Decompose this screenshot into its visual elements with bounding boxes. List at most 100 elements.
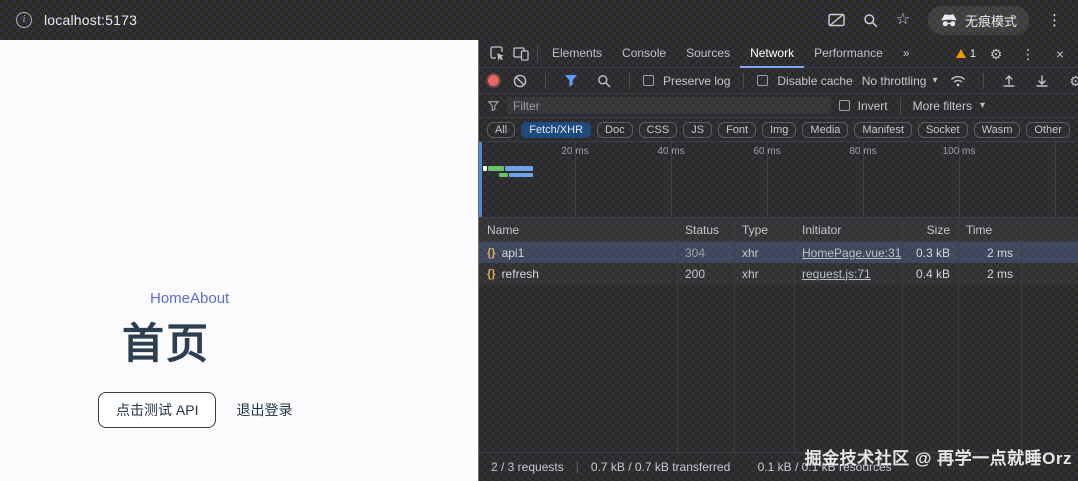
tab-network[interactable]: Network	[740, 40, 804, 68]
bookmark-star-icon[interactable]: ☆	[896, 12, 910, 28]
col-type[interactable]: Type	[734, 223, 794, 237]
col-initiator[interactable]: Initiator	[794, 223, 902, 237]
col-time[interactable]: Time	[958, 223, 1021, 237]
invert-checkbox[interactable]	[839, 100, 850, 111]
type-cell: xhr	[734, 246, 794, 260]
nav-link-about[interactable]: About	[190, 290, 229, 307]
devtools-panel: Elements Console Sources Network Perform…	[478, 40, 1078, 481]
preserve-log-label: Preserve log	[663, 74, 730, 88]
column-divider[interactable]	[794, 218, 795, 452]
timeline-tick: 40 ms	[639, 146, 703, 157]
more-filters-dropdown[interactable]: More filters	[913, 99, 972, 113]
devtools-close-icon[interactable]: ×	[1048, 42, 1072, 66]
throttling-dropdown[interactable]: No throttling ▾	[862, 74, 938, 88]
chip-media[interactable]: Media	[802, 122, 848, 138]
browser-top-bar: i localhost:5173 ☆	[0, 0, 1078, 40]
divider: |	[576, 460, 579, 474]
initiator-link[interactable]: request.js:71	[802, 267, 871, 281]
search-tabs-icon[interactable]	[863, 13, 878, 28]
device-toolbar-icon[interactable]	[509, 42, 533, 66]
incognito-label: 无痕模式	[965, 11, 1017, 30]
inspect-element-icon[interactable]	[485, 42, 509, 66]
browser-actions: ☆ 无痕模式 ⋮	[828, 6, 1068, 35]
timeline-tick: 80 ms	[831, 146, 895, 157]
chip-wasm[interactable]: Wasm	[974, 122, 1021, 138]
export-har-icon[interactable]	[1030, 69, 1054, 93]
preserve-log-checkbox[interactable]	[643, 75, 654, 86]
waterfall-bar	[483, 166, 487, 171]
nav-link-home[interactable]: Home	[150, 290, 190, 307]
col-name[interactable]: Name	[479, 223, 677, 237]
column-divider[interactable]	[734, 218, 735, 452]
filter-funnel-icon[interactable]	[559, 69, 583, 93]
chip-manifest[interactable]: Manifest	[854, 122, 912, 138]
tab-performance[interactable]: Performance	[804, 40, 893, 68]
column-divider[interactable]	[958, 218, 959, 452]
col-status[interactable]: Status	[677, 223, 734, 237]
devtools-settings-gear-icon[interactable]: ⚙	[984, 42, 1008, 66]
column-divider[interactable]	[1021, 218, 1022, 452]
logout-button[interactable]: 退出登录	[226, 393, 302, 427]
chip-doc[interactable]: Doc	[597, 122, 633, 138]
disable-cache-label: Disable cache	[777, 74, 852, 88]
chip-socket[interactable]: Socket	[918, 122, 968, 138]
devtools-kebab-menu-icon[interactable]: ⋮	[1016, 42, 1040, 66]
col-size[interactable]: Size	[902, 223, 958, 237]
chip-css[interactable]: CSS	[639, 122, 678, 138]
chip-img[interactable]: Img	[762, 122, 796, 138]
time-cell: 2 ms	[958, 246, 1021, 260]
import-har-icon[interactable]	[997, 69, 1021, 93]
network-toolbar: Preserve log Disable cache No throttling…	[479, 68, 1078, 94]
column-divider[interactable]	[677, 218, 678, 452]
test-api-button[interactable]: 点击测试 API	[98, 392, 216, 428]
size-cell: 0.4 kB	[902, 267, 958, 281]
resources-size: 0.1 kB / 0.1 kB resources	[758, 460, 892, 474]
page-title: 首页	[122, 310, 210, 371]
chip-js[interactable]: JS	[683, 122, 712, 138]
more-tabs-chevron[interactable]: »	[893, 40, 920, 68]
network-overview-timeline[interactable]: 20 ms 40 ms 60 ms 80 ms 100 ms	[479, 142, 1078, 218]
request-row-refresh[interactable]: {} refresh 200 xhr request.js:71 0.4 kB …	[479, 263, 1078, 284]
media-router-icon[interactable]	[828, 13, 845, 27]
chip-all[interactable]: All	[487, 122, 515, 138]
network-conditions-icon[interactable]	[946, 69, 970, 93]
network-settings-gear-icon[interactable]: ⚙	[1063, 69, 1078, 93]
record-network-log-button[interactable]	[488, 75, 499, 86]
requests-table-header: Name Status Type Initiator Size Time	[479, 218, 1078, 242]
clear-network-log-icon[interactable]	[508, 69, 532, 93]
disable-cache-checkbox[interactable]	[757, 75, 768, 86]
tab-console[interactable]: Console	[612, 40, 676, 68]
chip-other[interactable]: Other	[1026, 122, 1070, 138]
status-cell: 200	[677, 267, 734, 281]
search-network-icon[interactable]	[592, 69, 616, 93]
transferred-size: 0.7 kB / 0.7 kB transferred	[591, 460, 730, 474]
filter-input[interactable]	[507, 97, 831, 114]
request-row-api1[interactable]: {} api1 304 xhr HomePage.vue:31 0.3 kB 2…	[479, 242, 1078, 263]
filter-options: Invert More filters ▾	[839, 98, 985, 114]
incognito-badge: 无痕模式	[928, 6, 1029, 35]
tab-sources[interactable]: Sources	[676, 40, 740, 68]
chip-font[interactable]: Font	[718, 122, 756, 138]
gridline	[1055, 142, 1056, 217]
browser-menu-icon[interactable]: ⋮	[1047, 13, 1062, 28]
network-filter-row: Invert More filters ▾	[479, 94, 1078, 118]
address-bar[interactable]: localhost:5173	[44, 12, 137, 28]
site-info-icon[interactable]: i	[16, 12, 32, 28]
tab-elements[interactable]: Elements	[542, 40, 612, 68]
divider	[743, 73, 744, 89]
size-cell: 0.3 kB	[902, 246, 958, 260]
divider	[742, 460, 745, 474]
timeline-tick: 100 ms	[927, 146, 991, 157]
error-warning-badge[interactable]: 1	[956, 48, 976, 60]
invert-label: Invert	[858, 99, 888, 113]
request-type-chips: All Fetch/XHR Doc CSS JS Font Img Media …	[479, 118, 1078, 142]
json-braces-icon: {}	[487, 268, 496, 280]
column-divider[interactable]	[902, 218, 903, 452]
chevron-down-icon: ▾	[932, 75, 937, 86]
initiator-link[interactable]: HomePage.vue:31	[802, 246, 901, 260]
status-cell: 304	[677, 246, 734, 260]
initiator-cell: request.js:71	[794, 267, 902, 281]
waterfall-bar	[499, 173, 508, 177]
chip-fetch-xhr[interactable]: Fetch/XHR	[521, 122, 591, 138]
waterfall-bar	[488, 166, 504, 171]
